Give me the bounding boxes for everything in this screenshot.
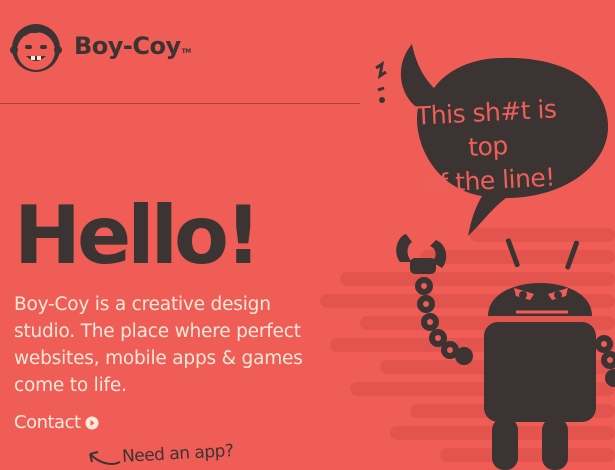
boy-face-logo-icon bbox=[10, 24, 62, 72]
hero-intro: Boy-Coy is a creative design studio. The… bbox=[14, 294, 303, 396]
brand-name: Boy-CoyTM bbox=[74, 32, 191, 60]
contact-link[interactable]: Contact bbox=[14, 412, 99, 433]
hero-title: Hello! bbox=[14, 189, 261, 282]
speech-bubble-text: This sh#t is top of the line! bbox=[395, 91, 580, 202]
need-app-callout[interactable]: Need an app? bbox=[122, 441, 234, 467]
play-circle-icon bbox=[85, 416, 99, 429]
page: Boy-CoyTM This sh#t is top of the line! bbox=[0, 0, 615, 470]
bubble-line-1: This sh#t is top bbox=[415, 94, 558, 163]
header-divider bbox=[0, 103, 360, 104]
robot-illustration bbox=[396, 234, 615, 470]
logo-link[interactable]: Boy-CoyTM bbox=[8, 18, 191, 74]
contact-label: Contact bbox=[14, 412, 81, 433]
curved-arrow-icon bbox=[89, 451, 121, 465]
trademark-mark: TM bbox=[181, 48, 192, 55]
